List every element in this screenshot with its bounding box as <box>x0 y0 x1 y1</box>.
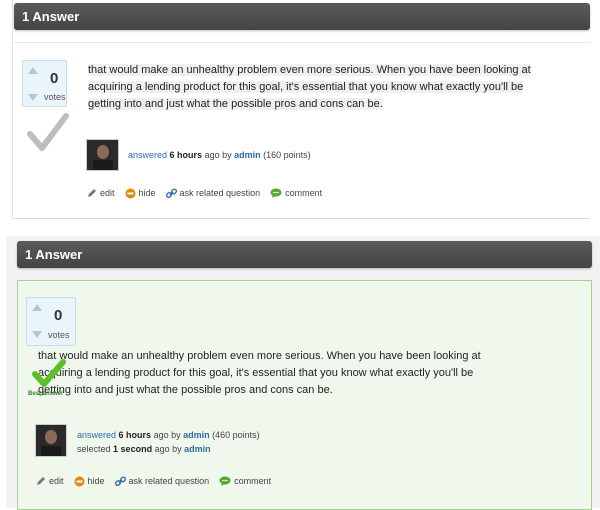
vote-count: 0 <box>54 307 63 324</box>
comment-label: comment <box>234 476 272 486</box>
answer-meta-2: answered 6 hours ago by admin (460 point… <box>77 430 260 440</box>
user-photo-icon <box>36 425 66 456</box>
link-icon <box>165 187 177 198</box>
best-answer-check-icon[interactable] <box>32 358 66 388</box>
answer-text-line: getting into and just what the possible … <box>88 98 383 110</box>
vote-down-icon[interactable] <box>32 331 42 338</box>
selected-time: 1 second <box>113 444 153 454</box>
user-points: (160 points) <box>263 150 311 160</box>
pencil-icon <box>37 477 45 485</box>
comment-bubble-icon <box>270 188 282 198</box>
ago-by-text: ago by <box>204 150 232 160</box>
hide-label: hide <box>87 476 105 486</box>
comment-bubble-icon <box>219 476 231 486</box>
vote-count: 0 <box>50 70 59 87</box>
answers-count-title: 1 Answer <box>25 247 83 262</box>
answered-link[interactable]: answered <box>128 150 167 160</box>
selected-meta: selected 1 second ago by admin <box>77 444 211 454</box>
comment-label: comment <box>285 188 323 198</box>
hide-label: hide <box>138 188 156 198</box>
votes-label: votes <box>48 330 70 340</box>
selected-text: selected <box>77 444 111 454</box>
answered-time: 6 hours <box>118 430 152 440</box>
user-link[interactable]: admin <box>183 430 210 440</box>
section-1-left-border <box>12 0 13 220</box>
vote-up-icon[interactable] <box>32 304 42 311</box>
user-points: (460 points) <box>212 430 260 440</box>
selected-ago-by: ago by <box>154 444 182 454</box>
ago-by-text: ago by <box>153 430 181 440</box>
ask-related-question-label: ask related question <box>179 188 261 198</box>
answer-meta-1: answered 6 hours ago by admin (160 point… <box>128 150 311 160</box>
edit-label: edit <box>49 476 64 486</box>
answer-text-line: acquiring a lending product for this goa… <box>38 367 474 379</box>
avatar[interactable] <box>35 424 67 457</box>
edit-button[interactable]: edit <box>36 474 64 488</box>
answer-text-line: acquiring a lending product for this goa… <box>88 81 524 93</box>
select-best-answer-check-icon[interactable] <box>27 112 69 152</box>
answers-count-title: 1 Answer <box>22 9 80 24</box>
edit-button[interactable]: edit <box>87 186 115 200</box>
vote-box-2: 0 votes <box>26 297 76 346</box>
vote-box-1: 0 votes <box>22 60 67 107</box>
section-divider <box>14 218 590 219</box>
vote-up-icon[interactable] <box>28 67 38 74</box>
hide-button[interactable]: hide <box>125 186 156 200</box>
ask-related-question-label: ask related question <box>128 476 210 486</box>
edit-label: edit <box>100 188 115 198</box>
answered-link[interactable]: answered <box>77 430 116 440</box>
answer-text-1: that would make an unhealthy problem eve… <box>88 62 588 113</box>
ask-related-question-button[interactable]: ask related question <box>114 474 210 488</box>
link-icon <box>114 475 126 486</box>
avatar[interactable] <box>86 139 119 171</box>
votes-label: votes <box>44 92 66 102</box>
pencil-icon <box>88 189 96 197</box>
user-photo-icon <box>87 140 118 170</box>
header-divider-1 <box>14 42 590 43</box>
minus-circle-icon <box>125 188 136 198</box>
hide-button[interactable]: hide <box>74 474 105 488</box>
answer-text-2: that would make an unhealthy problem eve… <box>38 348 578 399</box>
answer-actions-1: edit hide ask related question comment <box>87 186 322 200</box>
comment-button[interactable]: comment <box>219 474 271 488</box>
answer-text-line: getting into and just what the possible … <box>38 384 333 396</box>
answer-text-line: that would make an unhealthy problem eve… <box>38 350 481 362</box>
answer-actions-2: edit hide ask related question comment <box>36 474 271 488</box>
user-link[interactable]: admin <box>234 150 261 160</box>
minus-circle-icon <box>74 476 85 486</box>
vote-down-icon[interactable] <box>28 94 38 101</box>
answers-header-2: 1 Answer <box>17 241 592 268</box>
answers-header-1: 1 Answer <box>14 3 590 30</box>
answered-time: 6 hours <box>169 150 203 160</box>
answer-text-line: that would make an unhealthy problem eve… <box>88 64 531 76</box>
comment-button[interactable]: comment <box>270 186 322 200</box>
best-answer-label: Best answer <box>28 391 64 397</box>
selected-user-link[interactable]: admin <box>184 444 211 454</box>
ask-related-question-button[interactable]: ask related question <box>165 186 261 200</box>
